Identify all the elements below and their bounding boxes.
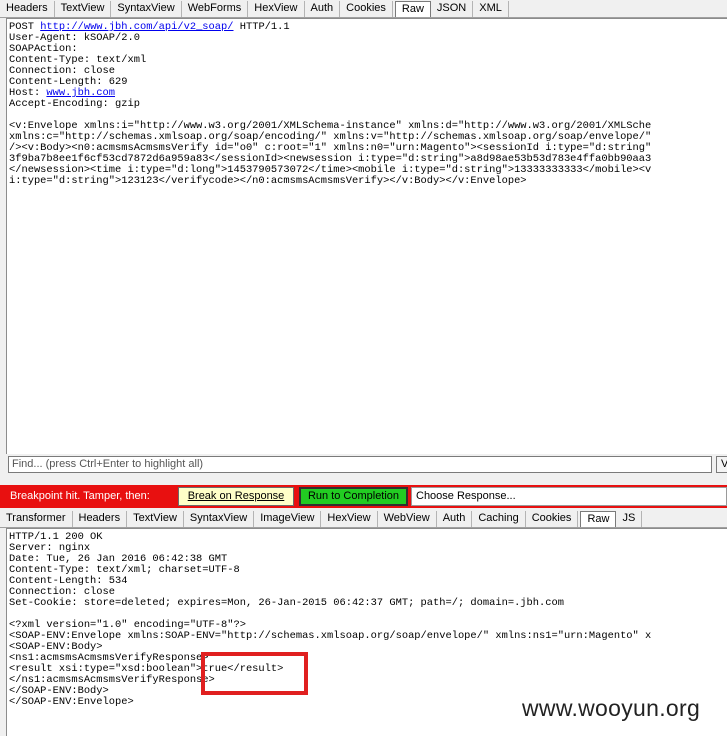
choose-response-dropdown[interactable]: Choose Response... bbox=[411, 487, 727, 506]
request-line: Content-Length: 629 bbox=[9, 77, 727, 88]
breakpoint-label: Breakpoint hit. Tamper, then: bbox=[10, 490, 150, 502]
run-to-completion-button[interactable]: Run to Completion bbox=[299, 487, 408, 506]
breakpoint-bar: Breakpoint hit. Tamper, then: Break on R… bbox=[0, 485, 727, 508]
break-on-response-button[interactable]: Break on Response bbox=[178, 487, 294, 506]
request-tab-bar: Headers TextView SyntaxView WebForms HexView… bbox=[0, 0, 727, 18]
response-tab-raw[interactable]: Raw bbox=[580, 511, 617, 527]
find-input[interactable]: Find... (press Ctrl+Enter to highlight a… bbox=[8, 456, 712, 473]
response-tab-headers[interactable]: Headers bbox=[73, 511, 128, 527]
request-tab-auth[interactable]: Auth bbox=[305, 1, 341, 17]
response-tab-bar: Transformer Headers TextView SyntaxView Imag… bbox=[0, 510, 727, 528]
request-line: User-Agent: kSOAP/2.0 bbox=[9, 33, 727, 44]
request-line-text: Accept-Encoding: gzip bbox=[9, 98, 140, 110]
response-line: HTTP/1.1 200 OK bbox=[9, 531, 103, 543]
run-to-completion-label: Run to Completion bbox=[307, 490, 400, 502]
response-line: </ns1:acmsmsAcmsmsVerifyResponse> bbox=[9, 674, 215, 686]
request-tab-syntaxview[interactable]: SyntaxView bbox=[111, 1, 182, 17]
response-line: Content-Length: 534 bbox=[9, 575, 128, 587]
response-tab-js[interactable]: JS bbox=[616, 511, 643, 527]
response-tab-textview[interactable]: TextView bbox=[127, 511, 184, 527]
response-line: Set-Cookie: store=deleted; expires=Mon, … bbox=[9, 597, 564, 609]
request-raw-pane[interactable]: POST http://www.jbh.com/api/v2_soap/ HTT… bbox=[6, 18, 727, 454]
request-tab-json[interactable]: JSON bbox=[431, 1, 474, 17]
find-bar: Find... (press Ctrl+Enter to highlight a… bbox=[6, 455, 727, 475]
response-tab-syntaxview[interactable]: SyntaxView bbox=[184, 511, 255, 527]
request-line: i:type="d:string">123123</verifycode></n… bbox=[9, 176, 727, 187]
request-line: Content-Type: text/xml bbox=[9, 55, 727, 66]
request-tab-headers[interactable]: Headers bbox=[0, 1, 55, 17]
highlight-annotation-box bbox=[201, 652, 308, 695]
response-tab-webview[interactable]: WebView bbox=[378, 511, 437, 527]
response-tab-caching[interactable]: Caching bbox=[472, 511, 526, 527]
choose-response-label: Choose Response... bbox=[416, 490, 516, 502]
response-tab-imageview[interactable]: ImageView bbox=[254, 511, 322, 527]
response-tab-cookies[interactable]: Cookies bbox=[526, 511, 579, 527]
request-line: Accept-Encoding: gzip bbox=[9, 99, 727, 110]
response-line: <SOAP-ENV:Envelope xmlns:SOAP-ENV="http:… bbox=[9, 630, 652, 642]
request-tab-hexview[interactable]: HexView bbox=[248, 1, 305, 17]
request-line-text: i:type="d:string">123123</verifycode></n… bbox=[9, 175, 527, 187]
find-options-button[interactable]: V bbox=[716, 456, 727, 473]
break-on-response-label: Break on Response bbox=[187, 490, 285, 502]
request-tab-textview[interactable]: TextView bbox=[55, 1, 112, 17]
response-tab-hexview[interactable]: HexView bbox=[321, 511, 378, 527]
request-tab-cookies[interactable]: Cookies bbox=[340, 1, 393, 17]
request-tab-raw[interactable]: Raw bbox=[394, 1, 431, 17]
watermark-text: www.wooyun.org bbox=[522, 695, 701, 721]
response-tab-transformer[interactable]: Transformer bbox=[0, 511, 73, 527]
request-line-suffix: HTTP/1.1 bbox=[233, 21, 290, 33]
request-tab-xml[interactable]: XML bbox=[473, 1, 509, 17]
response-tab-auth[interactable]: Auth bbox=[437, 511, 473, 527]
request-tab-webforms[interactable]: WebForms bbox=[182, 1, 249, 17]
